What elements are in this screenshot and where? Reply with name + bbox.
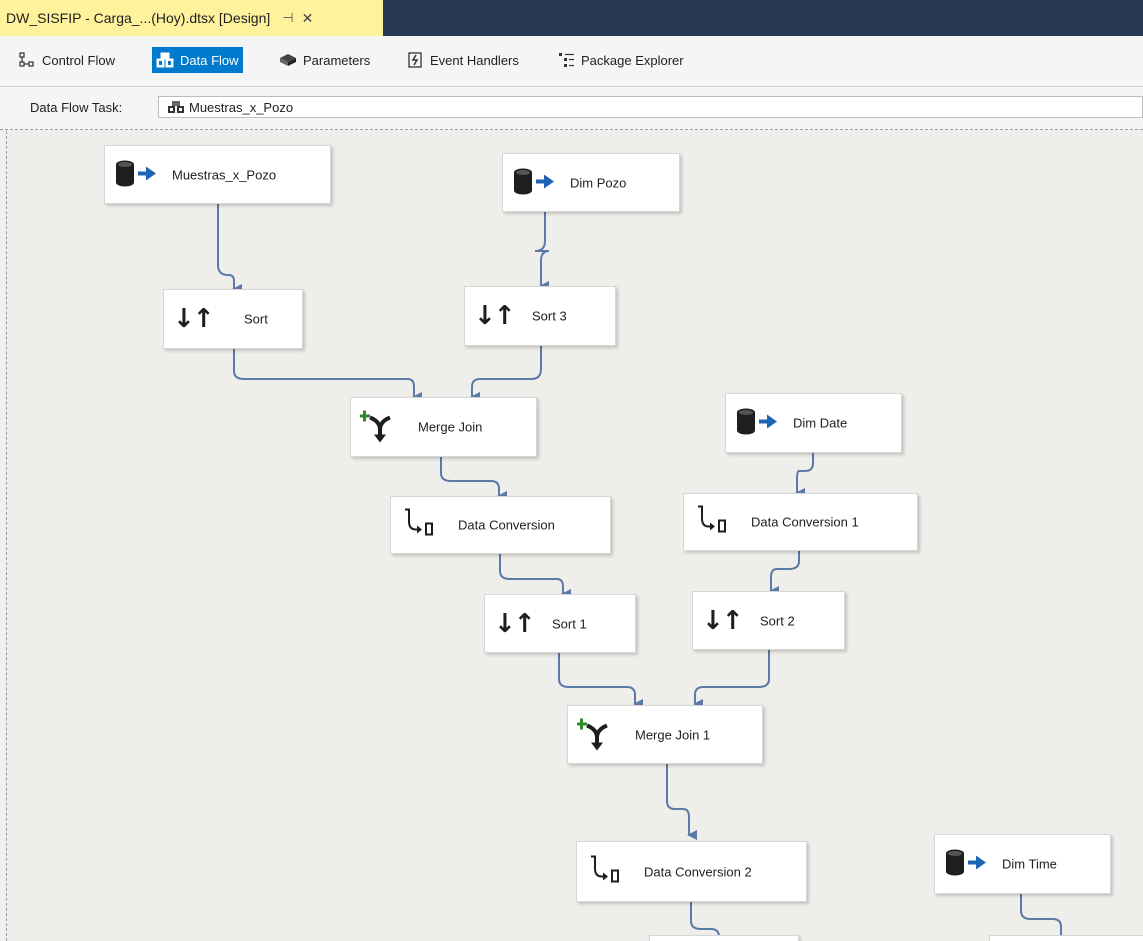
path-sort-to-mergejoin [233, 349, 422, 402]
data-flow-task-dropdown[interactable]: Muestras_x_Pozo [158, 96, 1143, 118]
path-muestras-to-sort [217, 204, 242, 294]
component-label: Dim Time [1002, 856, 1057, 872]
data-flow-task-value: Muestras_x_Pozo [189, 99, 294, 115]
component-muestras-x-pozo[interactable]: Muestras_x_Pozo [104, 145, 331, 204]
tab-event-handlers-label: Event Handlers [430, 52, 519, 68]
component-label: Sort [244, 311, 268, 327]
source-icon [944, 849, 988, 880]
tab-parameters[interactable]: Parameters [275, 47, 374, 73]
sort-icon: ↓↑ [474, 301, 516, 331]
design-canvas[interactable]: Muestras_x_Pozo Dim Pozo ↓↑ Sort ↓↑ Sort… [6, 131, 1143, 941]
document-tab[interactable]: DW_SISFIP - Carga_...(Hoy).dtsx [Design]… [0, 0, 383, 36]
tab-control-flow[interactable]: Control Flow [14, 47, 119, 73]
merge-join-icon [359, 408, 396, 447]
component-label: Sort 2 [760, 613, 795, 628]
data-conversion-icon [400, 508, 436, 543]
data-flow-task-bar: Data Flow Task: Muestras_x_Pozo [0, 87, 1143, 130]
component-label: Sort 1 [552, 616, 587, 631]
source-icon [114, 159, 158, 190]
tab-control-flow-label: Control Flow [42, 52, 115, 68]
component-data-conversion[interactable]: Data Conversion [390, 496, 611, 554]
source-icon [735, 408, 779, 439]
source-icon [512, 167, 556, 198]
tab-data-flow[interactable]: Data Flow [152, 47, 243, 73]
component-label: Muestras_x_Pozo [172, 167, 277, 182]
sort-icon: ↓↑ [494, 608, 536, 639]
component-label: Data Conversion 2 [644, 864, 752, 879]
data-flow-task-label: Data Flow Task: [30, 100, 123, 115]
component-dim-time[interactable]: Dim Time [934, 834, 1111, 894]
path-mergejoin1-to-dataconv2 [666, 764, 697, 840]
component-dim-pozo[interactable]: Dim Pozo [502, 153, 680, 212]
component-label: Merge Join 1 [635, 727, 711, 742]
package-explorer-icon [557, 52, 575, 68]
data-conversion-icon [693, 505, 729, 540]
data-flow-task-icon [167, 100, 189, 114]
component-data-conversion-2[interactable]: Data Conversion 2 [576, 841, 807, 902]
control-flow-icon [18, 52, 36, 68]
component-label: Merge Join [418, 419, 483, 435]
tab-package-explorer[interactable]: Package Explorer [553, 47, 688, 73]
path-mergejoin-to-dataconv [440, 457, 507, 501]
sort-icon: ↓↑ [702, 605, 744, 636]
tab-event-handlers[interactable]: Event Handlers [402, 47, 523, 73]
path-sort1-to-mergejoin1 [558, 651, 643, 709]
sort-icon: ↓↑ [173, 304, 215, 334]
path-dimdate-to-dataconv1 [795, 453, 814, 498]
data-conversion-icon [586, 854, 622, 889]
component-label: Dim Date [793, 415, 848, 431]
component-sort-2[interactable]: ↓↑ Sort 2 [692, 591, 845, 650]
tab-package-explorer-label: Package Explorer [581, 52, 684, 68]
component-data-conversion-1[interactable]: Data Conversion 1 [683, 493, 918, 551]
component-merge-join-1[interactable]: Merge Join 1 [567, 705, 763, 764]
component-label: Data Conversion [458, 517, 555, 533]
tab-data-flow-label: Data Flow [180, 52, 239, 68]
component-label: Sort 3 [532, 308, 567, 324]
path-dataconv1-to-sort2 [769, 551, 800, 596]
component-merge-join[interactable]: Merge Join [350, 397, 537, 457]
pin-icon[interactable]: ⊣ [282, 10, 293, 26]
close-icon[interactable]: ✕ [302, 10, 314, 27]
path-dataconv-to-sort1 [499, 554, 571, 599]
path-sort3-to-mergejoin [470, 346, 542, 402]
data-flow-icon [156, 52, 174, 68]
component-label: Dim Pozo [570, 175, 627, 190]
document-tab-bar: DW_SISFIP - Carga_...(Hoy).dtsx [Design]… [0, 0, 1143, 36]
component-sort-3[interactable]: ↓↑ Sort 3 [464, 286, 616, 346]
component-sort-1[interactable]: ↓↑ Sort 1 [484, 594, 636, 653]
parameters-icon [279, 52, 297, 68]
designer-tab-strip: Control Flow Data Flow Parameters Event … [0, 36, 1143, 87]
event-handlers-icon [406, 52, 424, 68]
component-sort[interactable]: ↓↑ Sort [163, 289, 303, 349]
tab-parameters-label: Parameters [303, 52, 371, 68]
path-dimtime-to-next [1020, 891, 1062, 941]
path-dimpozo-to-sort3 [534, 211, 550, 291]
document-tab-title: DW_SISFIP - Carga_...(Hoy).dtsx [Design] [6, 10, 271, 26]
path-sort2-to-mergejoin1 [693, 649, 770, 709]
component-label: Data Conversion 1 [751, 514, 859, 530]
component-partial-bottom-left[interactable] [649, 935, 799, 941]
component-partial-bottom-right[interactable] [989, 935, 1143, 941]
component-dim-date[interactable]: Dim Date [725, 393, 902, 453]
merge-join-icon [576, 715, 613, 754]
